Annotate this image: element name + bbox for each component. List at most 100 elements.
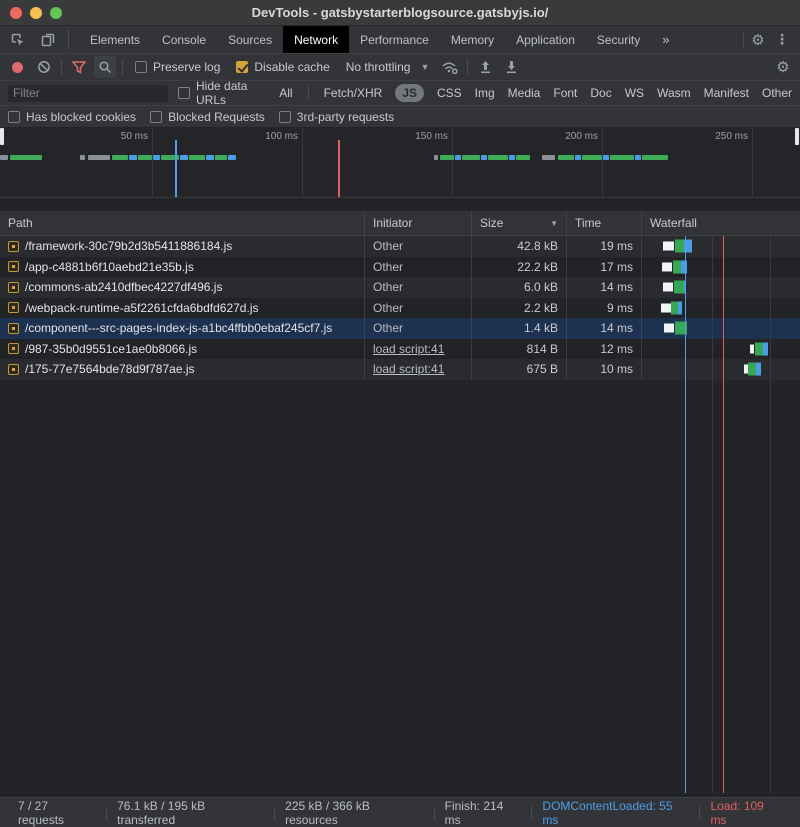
- tab-network[interactable]: Network: [283, 26, 349, 53]
- filter-pill-other[interactable]: Other: [762, 84, 792, 102]
- import-har-icon[interactable]: [474, 56, 496, 78]
- filter-bar: Hide data URLs All Fetch/XHR JS CSS Img …: [0, 81, 800, 106]
- column-header-path[interactable]: Path: [0, 211, 365, 235]
- filter-pill-doc[interactable]: Doc: [590, 84, 611, 102]
- column-header-waterfall[interactable]: Waterfall: [642, 211, 800, 235]
- waterfall-segment-white: [663, 242, 674, 251]
- tab-sources[interactable]: Sources: [217, 26, 283, 53]
- table-row[interactable]: /987-35b0d9551ce1ae0b8066.js load script…: [0, 339, 800, 360]
- blocked-requests-checkbox[interactable]: Blocked Requests: [150, 110, 265, 124]
- checkbox-unchecked[interactable]: [135, 61, 147, 73]
- filter-funnel-icon[interactable]: [68, 56, 90, 78]
- waterfall-bar[interactable]: [642, 339, 800, 360]
- request-initiator: Other: [373, 321, 403, 335]
- throttling-value: No throttling: [346, 60, 411, 74]
- request-time: 14 ms: [567, 318, 642, 339]
- hide-data-urls-checkbox[interactable]: Hide data URLs: [178, 79, 269, 107]
- filter-pill-fetch-xhr[interactable]: Fetch/XHR: [324, 84, 383, 102]
- inspect-element-icon[interactable]: [6, 29, 30, 51]
- column-header-size[interactable]: Size▼: [472, 211, 567, 235]
- request-time: 17 ms: [567, 257, 642, 278]
- search-icon[interactable]: [94, 56, 116, 78]
- table-row-selected[interactable]: /component---src-pages-index-js-a1bc4ffb…: [0, 318, 800, 339]
- filter-pill-img[interactable]: Img: [475, 84, 495, 102]
- overview-resource-segment: [488, 155, 508, 160]
- record-network-log-icon[interactable]: [12, 62, 23, 73]
- filter-pill-font[interactable]: Font: [553, 84, 577, 102]
- overview-timeline[interactable]: 50 ms100 ms150 ms200 ms250 ms: [0, 128, 800, 198]
- waterfall-segment-white: [750, 344, 754, 353]
- disable-cache-checkbox[interactable]: Disable cache: [230, 60, 335, 74]
- table-row[interactable]: /commons-ab2410dfbec4227df496.js Other 6…: [0, 277, 800, 298]
- devtools-window: DevTools - gatsbystarterblogsource.gatsb…: [0, 0, 800, 827]
- tab-elements[interactable]: Elements: [79, 26, 151, 53]
- overview-right-handle[interactable]: [795, 128, 799, 145]
- filter-pill-css[interactable]: CSS: [437, 84, 462, 102]
- device-toolbar-icon[interactable]: [36, 29, 60, 51]
- overview-resource-segment: [112, 155, 128, 160]
- checkbox-unchecked[interactable]: [150, 111, 162, 123]
- tab-security[interactable]: Security: [586, 26, 651, 53]
- filter-input[interactable]: [8, 85, 168, 102]
- filter-pill-all[interactable]: All: [279, 84, 292, 102]
- has-blocked-cookies-checkbox[interactable]: Has blocked cookies: [8, 110, 136, 124]
- throttling-dropdown[interactable]: No throttling ▼: [340, 60, 436, 74]
- disable-cache-label: Disable cache: [254, 60, 329, 74]
- overview-resource-segment: [440, 155, 454, 160]
- request-size: 1.4 kB: [472, 318, 567, 339]
- network-conditions-icon[interactable]: [439, 56, 461, 78]
- filter-pill-manifest[interactable]: Manifest: [704, 84, 749, 102]
- filter-pill-ws[interactable]: WS: [625, 84, 644, 102]
- more-options-icon[interactable]: ⋮: [770, 29, 794, 51]
- table-row[interactable]: /app-c4881b6f10aebd21e35b.js Other 22.2 …: [0, 257, 800, 278]
- requests-table: Path Initiator Size▼ Time Waterfall /fra…: [0, 198, 800, 797]
- waterfall-bar[interactable]: [642, 277, 800, 298]
- filter-pill-wasm[interactable]: Wasm: [657, 84, 691, 102]
- script-file-icon: [8, 364, 19, 375]
- dcl-marker-line: [175, 140, 177, 197]
- table-row[interactable]: /175-77e7564bde78d9f787ae.js load script…: [0, 359, 800, 380]
- overview-left-handle[interactable]: [0, 128, 4, 145]
- preserve-log-checkbox[interactable]: Preserve log: [129, 60, 226, 74]
- tab-console[interactable]: Console: [151, 26, 217, 53]
- waterfall-bar[interactable]: [642, 318, 800, 339]
- initiator-link[interactable]: load script:41: [373, 342, 444, 356]
- checkbox-checked[interactable]: [236, 61, 248, 73]
- column-header-initiator[interactable]: Initiator: [365, 211, 472, 235]
- waterfall-bar[interactable]: [642, 257, 800, 278]
- sort-descending-icon: ▼: [550, 219, 558, 228]
- clear-network-log-icon[interactable]: [33, 56, 55, 78]
- waterfall-bar[interactable]: [642, 298, 800, 319]
- settings-gear-icon[interactable]: ⚙: [746, 29, 770, 51]
- request-path: /987-35b0d9551ce1ae0b8066.js: [25, 342, 197, 356]
- network-settings-gear-icon[interactable]: ⚙: [772, 56, 794, 78]
- waterfall-bar[interactable]: [642, 236, 800, 257]
- waterfall-segment-blue: [684, 240, 692, 253]
- checkbox-unchecked[interactable]: [178, 87, 190, 99]
- more-tabs-chevron-icon[interactable]: »: [651, 26, 680, 53]
- checkbox-unchecked[interactable]: [8, 111, 20, 123]
- table-row[interactable]: /webpack-runtime-a5f2261cfda6bdfd627d.js…: [0, 298, 800, 319]
- waterfall-segment-blue: [756, 363, 761, 376]
- checkbox-unchecked[interactable]: [279, 111, 291, 123]
- tab-memory[interactable]: Memory: [440, 26, 505, 53]
- network-toolbar: Preserve log Disable cache No throttling…: [0, 54, 800, 81]
- table-row[interactable]: /framework-30c79b2d3b5411886184.js Other…: [0, 236, 800, 257]
- script-file-icon: [8, 343, 19, 354]
- column-header-time[interactable]: Time: [567, 211, 642, 235]
- overview-resource-segment: [575, 155, 581, 160]
- tab-application[interactable]: Application: [505, 26, 586, 53]
- overview-resource-segment: [153, 155, 160, 160]
- overview-resource-segment: [582, 155, 602, 160]
- waterfall-bar[interactable]: [642, 359, 800, 380]
- request-path: /component---src-pages-index-js-a1bc4ffb…: [25, 321, 332, 335]
- waterfall-segment-white: [664, 324, 674, 333]
- table-body: /framework-30c79b2d3b5411886184.js Other…: [0, 236, 800, 797]
- waterfall-segment-green: [675, 322, 687, 335]
- export-har-icon[interactable]: [500, 56, 522, 78]
- tab-performance[interactable]: Performance: [349, 26, 440, 53]
- filter-pill-media[interactable]: Media: [508, 84, 541, 102]
- third-party-requests-checkbox[interactable]: 3rd-party requests: [279, 110, 394, 124]
- filter-pill-js[interactable]: JS: [395, 84, 424, 102]
- initiator-link[interactable]: load script:41: [373, 362, 444, 376]
